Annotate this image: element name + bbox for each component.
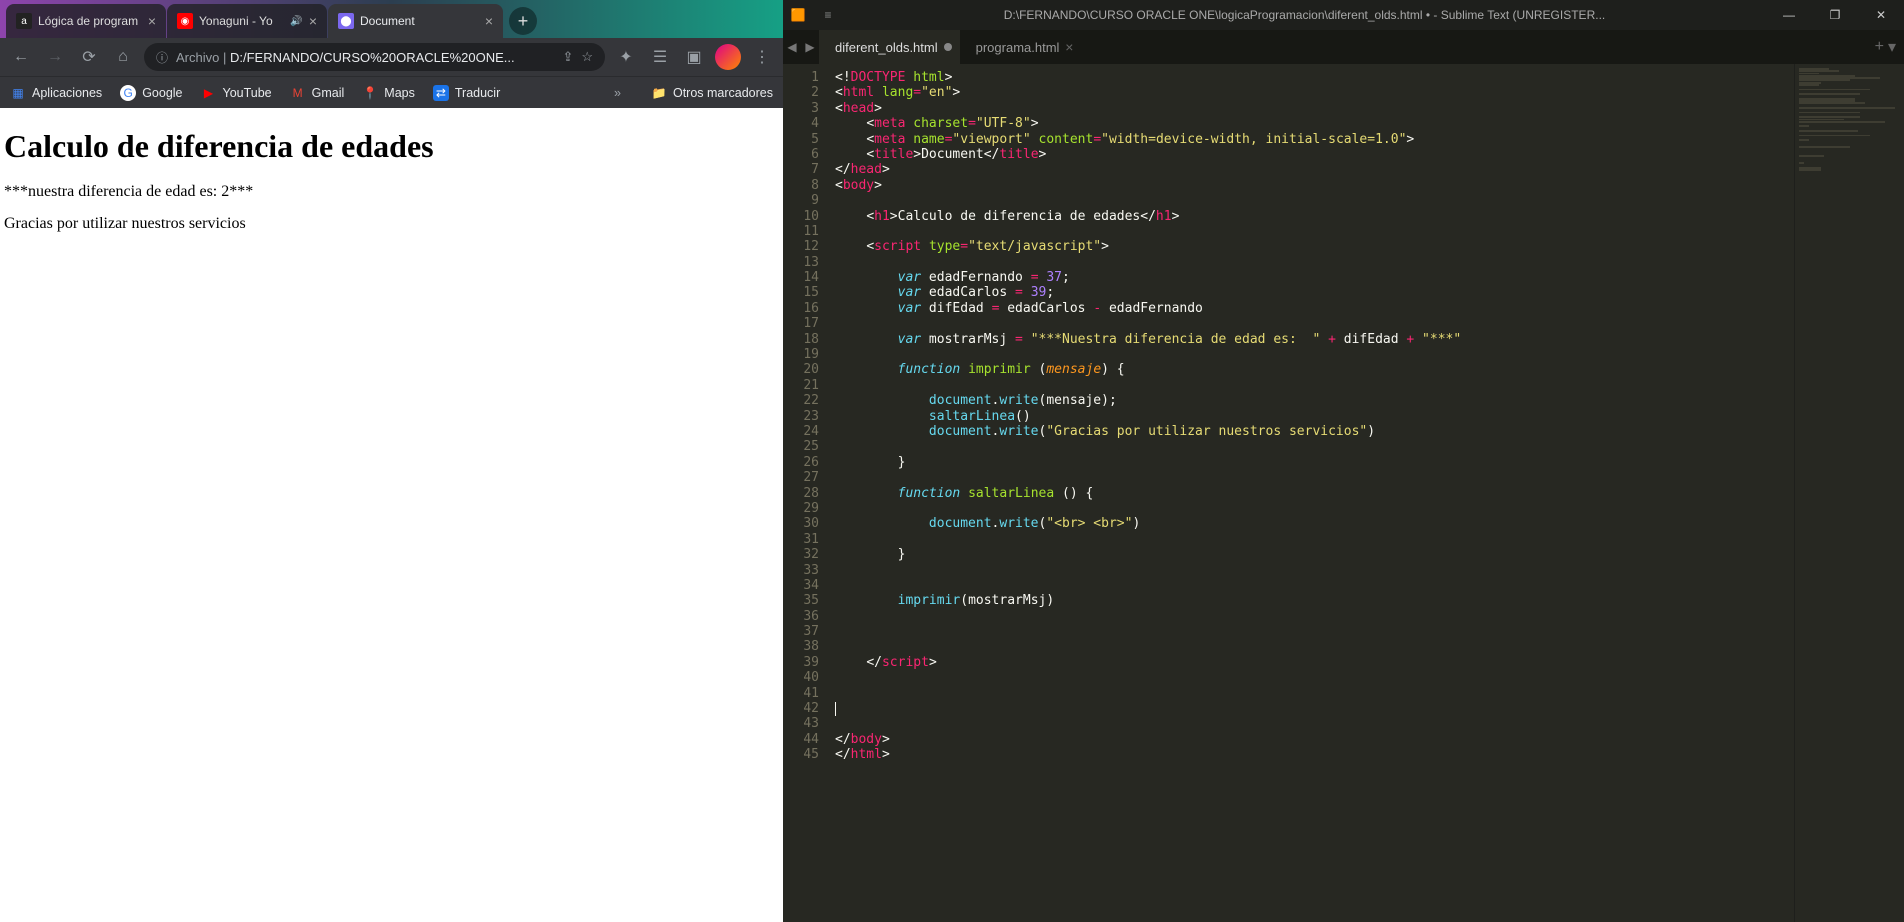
bk-label: Gmail (312, 86, 345, 100)
bk-label: Maps (384, 86, 415, 100)
sublime-tabs: ◀ ▶ diferent_olds.html programa.html × +… (783, 30, 1904, 64)
reading-list-icon[interactable]: ☰ (647, 44, 673, 70)
bk-label: Traducir (455, 86, 500, 100)
chrome-window: a Lógica de program × ◉ Yonaguni - Yo 🔊 … (0, 0, 783, 922)
bookmark-gmail[interactable]: M Gmail (290, 85, 345, 101)
bk-label: Aplicaciones (32, 86, 102, 100)
editor-tab-1[interactable]: diferent_olds.html (819, 30, 960, 64)
sublime-logo-icon: 🟧 (783, 8, 813, 22)
tab-actions: + ▾ (1875, 37, 1904, 57)
sublime-title-bar: 🟧 ≡ D:\FERNANDO\CURSO ORACLE ONE\logicaP… (783, 0, 1904, 30)
dirty-indicator-icon (944, 43, 952, 51)
chrome-tab-2[interactable]: ◉ Yonaguni - Yo 🔊 × (167, 4, 327, 38)
share-icon[interactable]: ⇪ (562, 49, 573, 65)
tab3-close-icon[interactable]: × (485, 13, 493, 29)
sublime-menu-icon[interactable]: ≡ (813, 8, 843, 22)
sublime-window: 🟧 ≡ D:\FERNANDO\CURSO ORACLE ONE\logicaP… (783, 0, 1904, 922)
url-text: Archivo | D:/FERNANDO/CURSO%20ORACLE%20O… (176, 50, 554, 65)
other-label: Otros marcadores (673, 86, 773, 100)
youtube-icon: ▶ (201, 85, 217, 101)
site-info-icon[interactable]: ⓘ (156, 49, 168, 66)
reload-button[interactable]: ⟳ (76, 44, 102, 70)
new-editor-tab-icon[interactable]: + (1875, 38, 1884, 56)
bookmark-translate[interactable]: ⇄ Traducir (433, 85, 500, 101)
bookmark-youtube[interactable]: ▶ YouTube (201, 85, 272, 101)
editor-tab-2[interactable]: programa.html × (960, 30, 1082, 64)
sublime-title: D:\FERNANDO\CURSO ORACLE ONE\logicaProgr… (843, 8, 1766, 22)
tab2-audio-icon[interactable]: 🔊 (290, 16, 302, 27)
code-editor[interactable]: <!DOCTYPE html><html lang="en"><head> <m… (827, 64, 1794, 922)
tab-nav-right-icon[interactable]: ▶ (801, 40, 819, 54)
tab3-title: Document (360, 14, 479, 28)
bookmark-google[interactable]: G Google (120, 85, 182, 101)
maximize-button[interactable]: ❐ (1812, 0, 1858, 30)
star-icon[interactable]: ☆ (581, 49, 593, 65)
apps-icon: ▦ (10, 85, 26, 101)
chrome-tab-strip: a Lógica de program × ◉ Yonaguni - Yo 🔊 … (0, 0, 783, 38)
tab-label: diferent_olds.html (835, 40, 938, 55)
tab3-favicon: ⬤ (338, 13, 354, 29)
google-icon: G (120, 85, 136, 101)
line-numbers: 1234567891011121314151617181920212223242… (783, 64, 827, 922)
bookmarks-overflow-icon[interactable]: » (614, 86, 621, 100)
bk-label: YouTube (223, 86, 272, 100)
minimize-button[interactable]: — (1766, 0, 1812, 30)
tab2-close-icon[interactable]: × (309, 13, 317, 29)
page-line-2: Gracias por utilizar nuestros servicios (4, 215, 779, 233)
page-title: Calculo de diferencia de edades (4, 128, 779, 165)
folder-icon: 📁 (651, 85, 667, 101)
new-tab-button[interactable]: + (509, 7, 537, 35)
minimap[interactable] (1794, 64, 1904, 922)
home-button[interactable]: ⌂ (110, 44, 136, 70)
gmail-icon: M (290, 85, 306, 101)
tab1-favicon: a (16, 13, 32, 29)
profile-avatar[interactable] (715, 44, 741, 70)
chrome-tab-3[interactable]: ⬤ Document × (328, 4, 503, 38)
bk-label: Google (142, 86, 182, 100)
forward-button[interactable]: → (42, 44, 68, 70)
bookmarks-bar: ▦ Aplicaciones G Google ▶ YouTube M Gmail 📍 M… (0, 76, 783, 108)
close-button[interactable]: ✕ (1858, 0, 1904, 30)
window-controls: — ❐ ✕ (1766, 0, 1904, 30)
editor-body: 1234567891011121314151617181920212223242… (783, 64, 1904, 922)
translate-icon: ⇄ (433, 85, 449, 101)
bookmark-maps[interactable]: 📍 Maps (362, 85, 415, 101)
tab-label: programa.html (976, 40, 1060, 55)
bookmark-apps[interactable]: ▦ Aplicaciones (10, 85, 102, 101)
page-line-1: ***nuestra diferencia de edad es: 2*** (4, 183, 779, 201)
tab2-favicon: ◉ (177, 13, 193, 29)
maps-icon: 📍 (362, 85, 378, 101)
tab1-close-icon[interactable]: × (148, 13, 156, 29)
tab-close-icon[interactable]: × (1065, 39, 1073, 55)
tab2-title: Yonaguni - Yo (199, 14, 284, 28)
back-button[interactable]: ← (8, 44, 34, 70)
chrome-tab-1[interactable]: a Lógica de program × (6, 4, 166, 38)
address-bar[interactable]: ⓘ Archivo | D:/FERNANDO/CURSO%20ORACLE%2… (144, 43, 605, 71)
tab-nav-left-icon[interactable]: ◀ (783, 40, 801, 54)
extensions-icon[interactable]: ✦ (613, 44, 639, 70)
other-bookmarks[interactable]: 📁 Otros marcadores (651, 85, 773, 101)
page-content: Calculo de diferencia de edades ***nuest… (0, 108, 783, 922)
chrome-menu-icon[interactable]: ⋮ (749, 44, 775, 70)
chrome-toolbar: ← → ⟳ ⌂ ⓘ Archivo | D:/FERNANDO/CURSO%20… (0, 38, 783, 76)
tab1-title: Lógica de program (38, 14, 142, 28)
side-panel-icon[interactable]: ▣ (681, 44, 707, 70)
tab-dropdown-icon[interactable]: ▾ (1888, 37, 1896, 57)
